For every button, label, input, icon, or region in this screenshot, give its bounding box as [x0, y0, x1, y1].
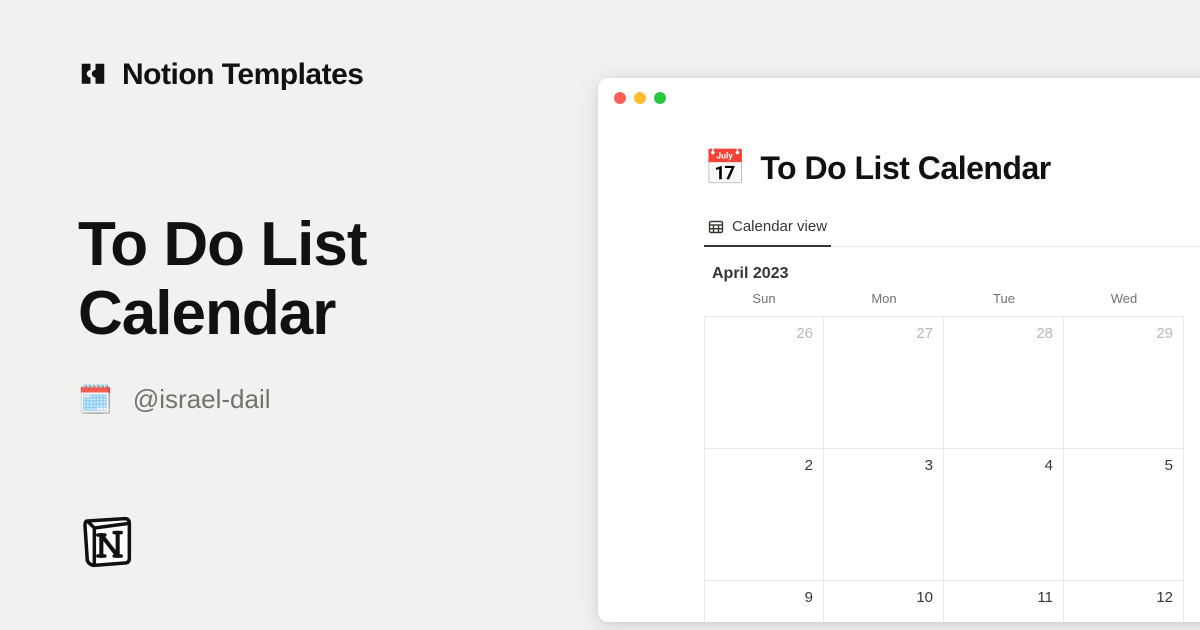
cal-cell[interactable]: 10 [824, 580, 944, 622]
cal-cell[interactable]: 3 [824, 448, 944, 580]
cal-cell[interactable]: 9 [704, 580, 824, 622]
cal-cell[interactable]: 12 [1064, 580, 1184, 622]
calendar-grid: 26 27 28 29 2 3 4 5 9 10 11 12 [704, 316, 1200, 622]
calendar-grid-icon [708, 219, 724, 235]
dow-wed: Wed [1064, 283, 1184, 316]
dow-mon: Mon [824, 283, 944, 316]
maximize-icon[interactable] [654, 92, 666, 104]
cal-cell[interactable]: 5 [1064, 448, 1184, 580]
notion-logo-icon [78, 514, 134, 570]
dow-sun: Sun [704, 283, 824, 316]
cal-cell[interactable]: 26 [704, 316, 824, 448]
cal-cell[interactable]: 2 [704, 448, 824, 580]
doc-title-row: 📅 To Do List Calendar [704, 148, 1200, 188]
doc-title: To Do List Calendar [760, 150, 1050, 187]
window-traffic-lights [598, 78, 1200, 114]
calendar-emoji-icon: 📅 [704, 148, 746, 188]
preview-window: 📅 To Do List Calendar Calendar view Apri… [598, 78, 1200, 622]
cal-cell[interactable]: 29 [1064, 316, 1184, 448]
author-row: 🗓️ @israel-dail [78, 383, 558, 416]
site-title: Notion Templates [122, 58, 363, 92]
site-header: Notion Templates [78, 58, 558, 92]
puzzle-icon [78, 60, 108, 90]
cal-cell[interactable]: 11 [944, 580, 1064, 622]
author-handle[interactable]: @israel-dail [133, 384, 271, 415]
left-pane: Notion Templates To Do List Calendar 🗓️ … [78, 58, 558, 416]
view-tabs: Calendar view [704, 210, 1200, 247]
cal-cell[interactable]: 28 [944, 316, 1064, 448]
tab-calendar-view[interactable]: Calendar view [704, 210, 831, 247]
cal-cell[interactable]: 4 [944, 448, 1064, 580]
page-title: To Do List Calendar [78, 210, 558, 349]
cal-cell[interactable]: 27 [824, 316, 944, 448]
tab-label: Calendar view [732, 218, 827, 235]
close-icon[interactable] [614, 92, 626, 104]
dow-tue: Tue [944, 283, 1064, 316]
month-label: April 2023 [704, 265, 1200, 283]
day-of-week-row: Sun Mon Tue Wed [704, 283, 1200, 316]
minimize-icon[interactable] [634, 92, 646, 104]
calendar-icon: 🗓️ [78, 383, 113, 416]
document-body: 📅 To Do List Calendar Calendar view Apri… [598, 114, 1200, 622]
